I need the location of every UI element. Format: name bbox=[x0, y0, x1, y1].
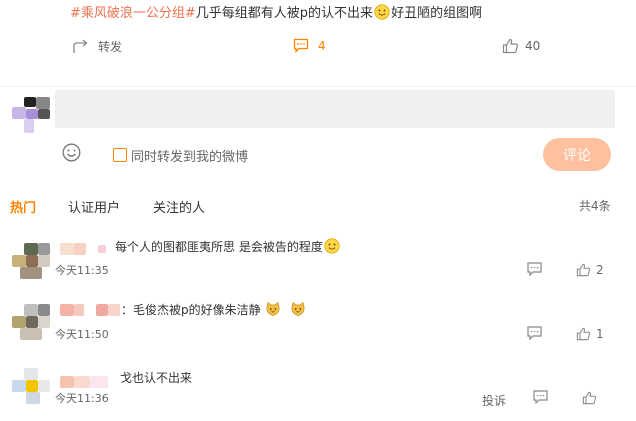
thumbs-up-icon bbox=[502, 38, 519, 54]
comment-text: 每个人的图都匪夷所思 是会被告的程度 bbox=[115, 238, 341, 255]
tab-following[interactable]: 关注的人 bbox=[153, 197, 205, 216]
comment-count: 4 bbox=[318, 38, 326, 53]
like-button[interactable]: 40 bbox=[502, 38, 540, 54]
comment-icon bbox=[527, 326, 542, 340]
commenter-avatar[interactable] bbox=[12, 304, 50, 342]
comment-input[interactable] bbox=[55, 90, 615, 128]
cat-emoji-icon bbox=[266, 301, 280, 316]
comment-time: 今天11:35 bbox=[55, 264, 109, 277]
report-button[interactable]: 投诉 bbox=[482, 392, 506, 409]
comment-time: 今天11:36 bbox=[55, 392, 109, 405]
reply-button[interactable] bbox=[527, 262, 542, 276]
thumbs-up-icon bbox=[576, 263, 591, 277]
post-content: #乘风破浪一公分组#几乎每组都有人被p的认不出来 好丑陋的组图啊 bbox=[70, 2, 482, 21]
reply-button[interactable] bbox=[533, 390, 548, 404]
comment-icon bbox=[533, 390, 548, 404]
divider bbox=[0, 86, 636, 87]
comment-icon bbox=[293, 38, 309, 53]
smiley-icon bbox=[62, 143, 81, 162]
repost-button[interactable]: 转发 bbox=[72, 38, 122, 55]
total-count: 共4条 bbox=[579, 199, 611, 213]
comment-like-count: 1 bbox=[596, 327, 604, 341]
thumbs-up-icon bbox=[582, 391, 597, 405]
comment-icon bbox=[527, 262, 542, 276]
smile-emoji-icon bbox=[374, 4, 390, 20]
post-text-end: 好丑陋的组图啊 bbox=[391, 6, 483, 21]
repost-label: 转发 bbox=[98, 40, 123, 54]
emoji-picker-button[interactable] bbox=[62, 143, 81, 162]
repost-checkbox-label: 同时转发到我的微博 bbox=[131, 150, 249, 165]
commenter-name[interactable] bbox=[60, 376, 112, 388]
user-avatar[interactable] bbox=[12, 97, 50, 135]
comment-time: 今天11:50 bbox=[55, 328, 109, 341]
commenter-avatar[interactable] bbox=[12, 243, 50, 281]
repost-icon bbox=[73, 39, 88, 53]
submit-comment-button[interactable]: 评论 bbox=[543, 138, 611, 171]
comment-text: ：毛俊杰被p的好像朱洁静 bbox=[121, 301, 307, 318]
thumbs-up-icon bbox=[576, 327, 591, 341]
cat-emoji-icon bbox=[291, 301, 305, 316]
commenter-avatar[interactable] bbox=[12, 368, 50, 406]
tab-hot[interactable]: 热门 bbox=[10, 197, 36, 216]
smile-emoji-icon bbox=[324, 238, 340, 254]
repost-checkbox[interactable] bbox=[113, 148, 127, 162]
comment-like-button[interactable] bbox=[582, 391, 602, 405]
comment-text: 戈也认不出来 bbox=[120, 371, 193, 385]
comment-button[interactable]: 4 bbox=[293, 38, 326, 53]
comment-like-button[interactable]: 2 bbox=[576, 263, 604, 277]
topic-hashtag-link[interactable]: #乘风破浪一公分组# bbox=[70, 6, 196, 21]
comment-like-count: 2 bbox=[596, 263, 604, 277]
post-text: 几乎每组都有人被p的认不出来 bbox=[195, 6, 374, 21]
like-count: 40 bbox=[525, 39, 541, 53]
tab-verified-users[interactable]: 认证用户 bbox=[68, 197, 120, 216]
commenter-name[interactable] bbox=[60, 243, 110, 255]
commenter-name[interactable] bbox=[60, 304, 124, 316]
comment-like-button[interactable]: 1 bbox=[576, 327, 604, 341]
reply-button[interactable] bbox=[527, 326, 542, 340]
